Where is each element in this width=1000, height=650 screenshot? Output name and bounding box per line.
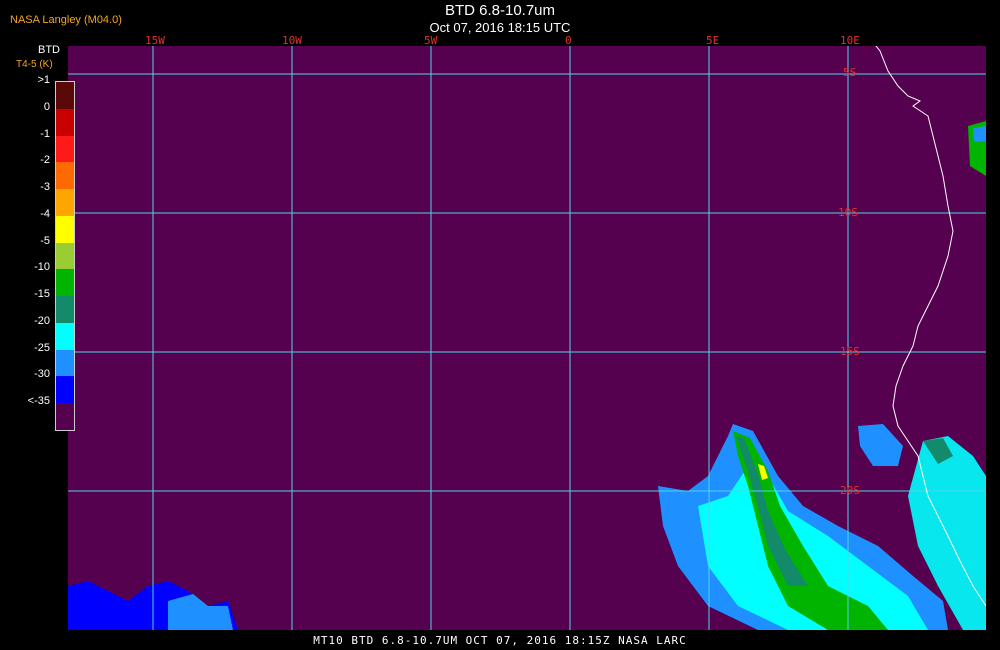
legend-swatch bbox=[56, 269, 74, 297]
color-legend bbox=[55, 81, 75, 431]
legend-tick-label: -2 bbox=[40, 154, 50, 167]
legend-tick-label: -15 bbox=[34, 288, 50, 301]
legend-swatch bbox=[56, 322, 74, 350]
legend-swatch bbox=[56, 215, 74, 243]
legend-swatch bbox=[56, 376, 74, 404]
legend-swatch bbox=[56, 82, 74, 109]
lat-label-15s: 15S bbox=[840, 345, 860, 358]
legend-title: BTD bbox=[38, 44, 60, 56]
legend-tick-label: >1 bbox=[37, 74, 50, 86]
legend-swatch bbox=[56, 242, 74, 270]
legend-tick-label: -3 bbox=[40, 181, 50, 194]
product-title: BTD 6.8-10.7um bbox=[444, 2, 556, 19]
legend-swatch bbox=[56, 349, 74, 377]
satellite-image-page: NASA Langley (M04.0) BTD 6.8-10.7um Oct … bbox=[0, 0, 1000, 650]
legend-swatch bbox=[56, 403, 74, 430]
lat-label-20s: 20S bbox=[840, 484, 860, 497]
legend-units: T4-5 (K) bbox=[16, 59, 53, 70]
legend-tick-label: -4 bbox=[40, 207, 50, 220]
legend-tick-label: -20 bbox=[34, 314, 50, 327]
legend-swatch bbox=[56, 135, 74, 163]
satellite-map bbox=[68, 0, 987, 630]
legend-tick-label: <-35 bbox=[27, 395, 50, 408]
timestamp: Oct 07, 2016 18:15 UTC bbox=[429, 20, 571, 35]
legend-tick-label: -25 bbox=[34, 341, 50, 354]
map-panel bbox=[68, 0, 987, 630]
footer-caption: MT10 BTD 6.8-10.7UM OCT 07, 2016 18:15Z … bbox=[313, 634, 687, 647]
legend-swatch bbox=[56, 189, 74, 216]
legend-swatch bbox=[56, 162, 74, 190]
lon-label-10w: 10W bbox=[282, 34, 302, 47]
legend-swatch bbox=[56, 108, 74, 136]
lat-label-5s: 5S bbox=[843, 66, 857, 79]
lon-label-5w: 5W bbox=[424, 34, 438, 47]
lon-label-0: 0 bbox=[565, 34, 572, 47]
legend-tick-label: -5 bbox=[40, 234, 50, 247]
legend-tick-label: -30 bbox=[34, 368, 50, 381]
lon-label-15w: 15W bbox=[145, 34, 165, 47]
legend-swatch bbox=[56, 296, 74, 323]
legend-tick-label: -10 bbox=[34, 261, 50, 274]
legend-tick-label: -1 bbox=[40, 127, 50, 140]
lon-label-5e: 5E bbox=[706, 34, 720, 47]
cloud-region-northeast-blue bbox=[973, 126, 986, 142]
legend-tick-label: 0 bbox=[43, 100, 50, 113]
lon-label-10e: 10E bbox=[840, 34, 860, 47]
lat-label-10s: 10S bbox=[838, 206, 858, 219]
